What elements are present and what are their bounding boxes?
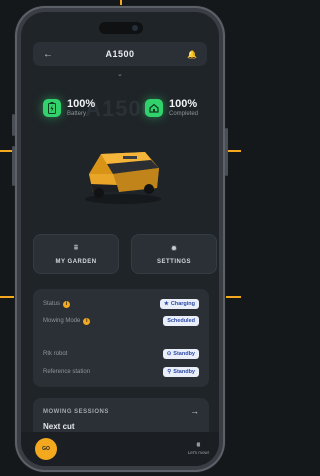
bell-icon[interactable]: 🔔 <box>186 50 198 59</box>
reference-station-badge: ⚲ Standby <box>163 367 199 377</box>
standby-icon: ⊙ <box>166 351 172 357</box>
completed-stat: 100% Completed <box>145 98 198 118</box>
battery-value: 100% <box>67 98 96 110</box>
battery-stat: 100% Battery <box>43 98 95 118</box>
status-card: Status i ★ Charging Mowing Mode i Scheduled… <box>33 289 209 387</box>
robot-mower-image <box>85 152 161 204</box>
volume-up-button <box>12 114 15 136</box>
chevron-down-icon[interactable]: ⌄ <box>117 70 123 78</box>
rtk-robot-badge: ⊙ Standby <box>162 349 199 359</box>
status-value: Charging <box>170 301 195 307</box>
my-garden-button[interactable]: ⩩ MY GARDEN <box>33 234 119 274</box>
reference-station-row: Reference station ⚲ Standby <box>43 367 199 377</box>
next-cut-label: Next cut <box>43 422 75 431</box>
guide-right-2 <box>223 296 241 298</box>
lets-mow-label: Let's mow! <box>187 450 209 455</box>
home-icon <box>145 99 163 117</box>
camera-icon <box>132 25 138 31</box>
bottom-bar: GO ⩩ Let's mow! <box>21 432 219 466</box>
info-icon[interactable]: i <box>83 317 91 325</box>
mowing-mode-row: Mowing Mode i Scheduled <box>43 316 199 326</box>
settings-label: SETTINGS <box>156 258 191 265</box>
back-arrow-icon[interactable]: ← <box>42 49 54 60</box>
antenna-icon: ⚲ <box>167 369 172 375</box>
mower-icon: ⩩ <box>196 442 201 449</box>
page-title: A1500 <box>105 49 135 59</box>
garden-icon: ⩩ <box>73 243 79 252</box>
lets-mow-button[interactable]: ⩩ Let's mow! <box>188 442 209 455</box>
completed-label: Completed <box>169 111 199 117</box>
status-label: Status <box>43 301 61 307</box>
mowing-mode-label: Mowing Mode <box>43 318 81 324</box>
reference-station-value: Standby <box>173 369 195 375</box>
go-label: GO <box>42 446 50 452</box>
battery-label: Battery <box>67 111 87 117</box>
reference-station-label: Reference station <box>43 369 91 375</box>
info-icon[interactable]: i <box>63 300 71 308</box>
mowing-mode-value: Scheduled <box>167 318 195 324</box>
power-button <box>225 128 228 176</box>
settings-icon: ✹ <box>170 243 178 253</box>
dynamic-island <box>99 22 143 34</box>
status-badge: ★ Charging <box>159 299 199 309</box>
battery-icon <box>43 99 61 117</box>
status-row: Status i ★ Charging <box>43 299 199 309</box>
go-button[interactable]: GO <box>35 438 57 460</box>
mowing-sessions-header: MOWING SESSIONS <box>43 409 109 415</box>
rtk-robot-row: Rtk robot ⊙ Standby <box>43 349 199 359</box>
app-screen: ← A1500 🔔 ⌄ A1500 100% Battery 100% Comp… <box>21 12 219 466</box>
settings-button[interactable]: ✹ SETTINGS <box>131 234 217 274</box>
volume-down-button <box>12 146 15 186</box>
my-garden-label: MY GARDEN <box>55 259 97 265</box>
mowing-mode-badge: Scheduled <box>163 316 199 326</box>
charging-icon: ★ <box>163 301 169 307</box>
top-header: ← A1500 🔔 <box>33 42 207 66</box>
completed-value: 100% <box>169 98 198 110</box>
rtk-robot-label: Rtk robot <box>43 351 68 357</box>
arrow-right-icon[interactable]: → <box>190 406 199 416</box>
rtk-robot-value: Standby <box>173 351 195 357</box>
